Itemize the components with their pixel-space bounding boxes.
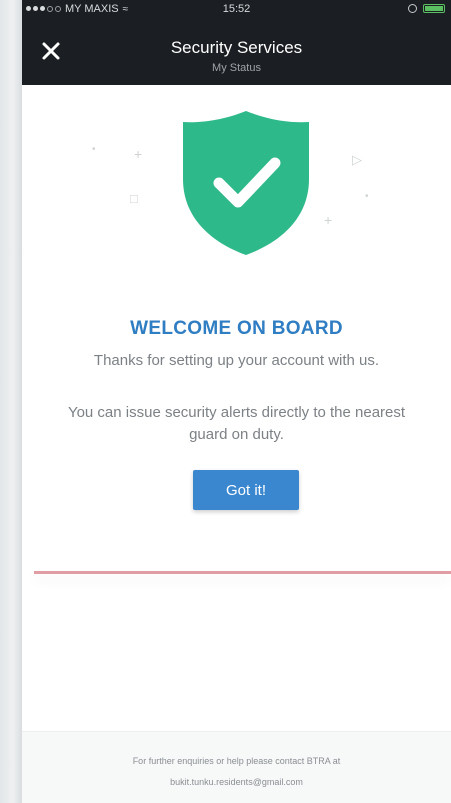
- footer-email-link[interactable]: bukit.tunku.residents@gmail.com: [22, 777, 451, 787]
- footer-contact-text: For further enquiries or help please con…: [132, 756, 341, 766]
- got-it-button[interactable]: Got it!: [193, 470, 299, 510]
- sparkle-plus-icon: +: [134, 146, 143, 162]
- phone-screen: MY MAXIS ≈ 15:52 Security Services My St…: [22, 0, 451, 803]
- section-divider: [34, 571, 451, 574]
- battery-icon: [423, 4, 445, 13]
- sparkle-dot-icon: •: [92, 144, 96, 155]
- info-message: You can issue security alerts directly t…: [67, 404, 406, 443]
- sparkle-square-icon: □: [130, 191, 138, 206]
- footer: For further enquiries or help please con…: [22, 731, 451, 803]
- status-time: 15:52: [222, 3, 251, 15]
- hero-illustration: • + □ ▷ • +: [22, 85, 451, 285]
- thanks-message: Thanks for setting up your account with …: [93, 352, 380, 369]
- background-gutter: [0, 0, 22, 803]
- orientation-lock-icon: [408, 4, 417, 13]
- status-right: [408, 4, 445, 13]
- welcome-title: WELCOME ON BOARD: [130, 318, 343, 339]
- page-subtitle: My Status: [212, 62, 261, 74]
- header-bar: Security Services My Status: [22, 20, 451, 85]
- page-title: Security Services: [170, 38, 303, 57]
- sparkle-plus-icon: +: [324, 212, 333, 228]
- status-bar: MY MAXIS ≈ 15:52: [22, 0, 451, 20]
- sparkle-triangle-icon: ▷: [352, 152, 362, 167]
- shield-check-icon: [183, 111, 309, 255]
- sparkle-dot-icon: •: [365, 191, 369, 202]
